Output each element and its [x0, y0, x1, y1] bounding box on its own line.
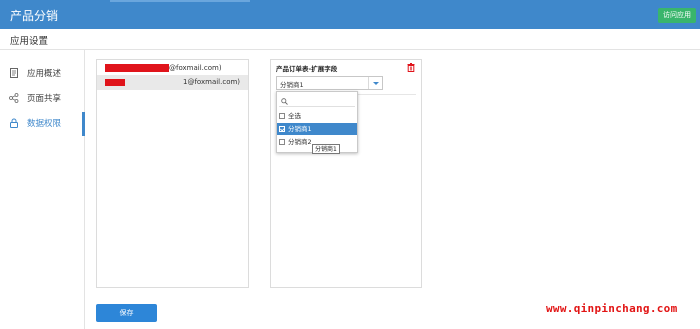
sidebar-item-data-permission[interactable]: 数据权限: [0, 112, 85, 136]
settings-header: 应用设置: [0, 29, 700, 50]
watermark: www.qinpinchang.com: [546, 302, 678, 315]
option-distributor-1[interactable]: 分销商1: [277, 123, 357, 135]
trash-icon[interactable]: [407, 63, 415, 72]
dropdown-search-input[interactable]: [279, 95, 355, 107]
checkbox[interactable]: [279, 113, 285, 119]
app-header: 产品分销 访问应用: [0, 0, 700, 29]
user-row[interactable]: ​ 1@foxmail.com): [97, 75, 248, 90]
select-value: 分销商1: [280, 81, 304, 89]
top-strip: [110, 0, 250, 2]
user-email: 1@foxmail.com): [183, 78, 241, 86]
sidebar-item-label: 数据权限: [27, 119, 62, 129]
sidebar: 应用概述 页面共享 数据权限: [0, 50, 85, 329]
sidebar-item-label: 应用概述: [27, 69, 62, 79]
option-label: 分销商2: [288, 138, 312, 146]
chevron-down-icon[interactable]: [368, 77, 382, 89]
document-icon: [10, 68, 18, 78]
app-title: 产品分销: [10, 9, 59, 23]
field-title: 产品订单表-扩展字段: [276, 65, 338, 73]
search-icon: [281, 98, 288, 105]
user-row[interactable]: @foxmail.com): [97, 61, 248, 76]
user-email: @foxmail.com): [169, 64, 222, 72]
option-label: 分销商1: [288, 125, 312, 133]
user-list-panel: @foxmail.com) ​ 1@foxmail.com): [96, 59, 249, 288]
lock-icon: [10, 118, 18, 128]
redaction-mark: [105, 64, 169, 72]
visit-app-button[interactable]: 访问应用: [658, 8, 696, 23]
page-title: 应用设置: [10, 36, 49, 47]
tooltip: 分销商1: [312, 144, 340, 154]
save-button[interactable]: 保存: [96, 304, 157, 322]
checkbox[interactable]: [279, 139, 285, 145]
checkbox[interactable]: [279, 126, 285, 132]
sidebar-item-label: 页面共享: [27, 94, 62, 104]
sidebar-item-overview[interactable]: 应用概述: [0, 62, 85, 86]
option-label: 全选: [288, 112, 301, 120]
distributor-select[interactable]: 分销商1: [276, 76, 383, 90]
redaction-mark: [105, 79, 125, 86]
option-select-all[interactable]: 全选: [277, 110, 357, 122]
share-icon: [9, 93, 19, 103]
sidebar-item-page-share[interactable]: 页面共享: [0, 87, 85, 111]
